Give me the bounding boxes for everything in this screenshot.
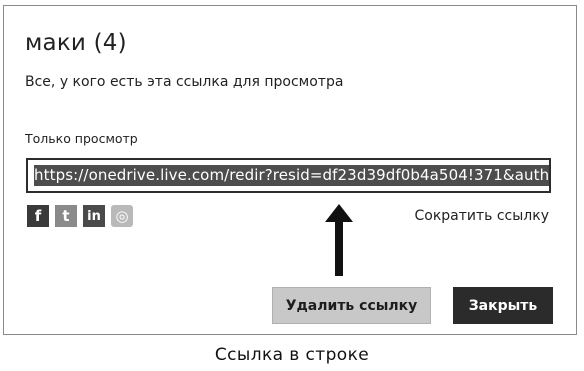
pointer-arrow-icon	[325, 204, 353, 276]
dialog-subtitle: Все, у кого есть эта ссылка для просмотр…	[25, 74, 344, 90]
figure-caption: Ссылка в строке	[214, 345, 370, 365]
dialog-title: маки (4)	[25, 30, 127, 56]
link-url-text[interactable]: https://onedrive.live.com/redir?resid=df…	[34, 165, 549, 186]
linkedin-icon[interactable]: in	[83, 205, 105, 227]
link-permission-label: Только просмотр	[25, 131, 138, 146]
delete-link-button[interactable]: Удалить ссылку	[272, 287, 431, 324]
twitter-icon[interactable]: t	[55, 205, 77, 227]
share-link-dialog: маки (4) Все, у кого есть эта ссылка для…	[3, 5, 577, 335]
link-url-field[interactable]: https://onedrive.live.com/redir?resid=df…	[26, 158, 551, 193]
shorten-link-button[interactable]: Сократить ссылку	[414, 208, 549, 224]
weibo-icon[interactable]: ◎	[111, 205, 133, 227]
close-button[interactable]: Закрыть	[453, 287, 553, 324]
social-share-icons: f t in ◎	[27, 205, 133, 227]
facebook-icon[interactable]: f	[27, 205, 49, 227]
